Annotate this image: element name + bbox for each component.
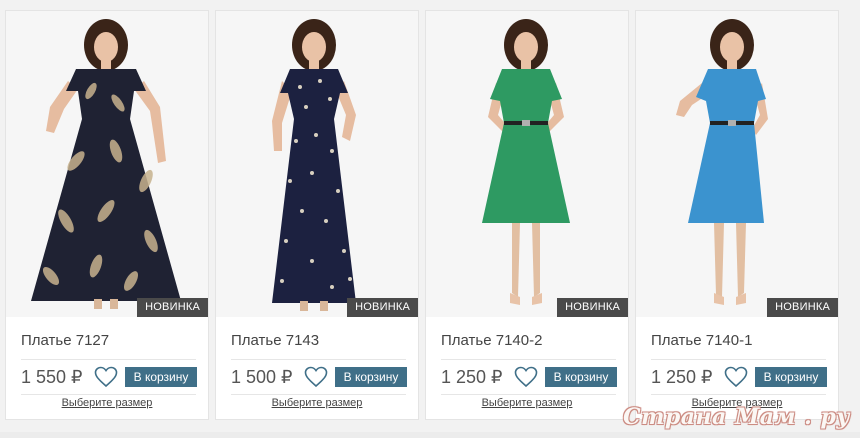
add-to-cart-button[interactable]: В корзину bbox=[545, 367, 617, 387]
divider bbox=[21, 359, 196, 360]
product-photo[interactable]: НОВИНКА bbox=[636, 11, 838, 317]
product-grid: НОВИНКА Платье 7127 1 550 ₽ В корзину Вы… bbox=[0, 0, 860, 438]
model-maxi-dress-image bbox=[216, 11, 418, 317]
product-price: 1 500 ₽ bbox=[231, 367, 293, 387]
add-to-cart-button[interactable]: В корзину bbox=[755, 367, 827, 387]
new-badge: НОВИНКА bbox=[767, 298, 838, 317]
product-photo[interactable]: НОВИНКА bbox=[216, 11, 418, 317]
product-name[interactable]: Платье 7140-2 bbox=[441, 331, 621, 351]
heart-outline-icon[interactable] bbox=[514, 366, 538, 388]
product-name[interactable]: Платье 7127 bbox=[21, 331, 201, 351]
product-card: НОВИНКА Платье 7127 1 550 ₽ В корзину Вы… bbox=[5, 10, 209, 420]
choose-size-link[interactable]: Выберите размер bbox=[6, 397, 208, 409]
product-price: 1 250 ₽ bbox=[441, 367, 503, 387]
product-photo[interactable]: НОВИНКА bbox=[426, 11, 628, 317]
next-row-edge bbox=[0, 432, 860, 438]
choose-size-link[interactable]: Выберите размер bbox=[426, 397, 628, 409]
new-badge: НОВИНКА bbox=[347, 298, 418, 317]
heart-outline-icon[interactable] bbox=[724, 366, 748, 388]
divider bbox=[441, 359, 616, 360]
model-green-dress-image bbox=[426, 11, 628, 317]
product-card: НОВИНКА Платье 7140-1 1 250 ₽ В корзину … bbox=[635, 10, 839, 420]
product-card: НОВИНКА Платье 7140-2 1 250 ₽ В корзину … bbox=[425, 10, 629, 420]
new-badge: НОВИНКА bbox=[137, 298, 208, 317]
product-name[interactable]: Платье 7140-1 bbox=[651, 331, 831, 351]
site-watermark: Страна Мам . ру bbox=[623, 404, 850, 430]
divider bbox=[231, 394, 406, 395]
product-price: 1 250 ₽ bbox=[651, 367, 713, 387]
divider bbox=[21, 394, 196, 395]
divider bbox=[651, 394, 826, 395]
new-badge: НОВИНКА bbox=[557, 298, 628, 317]
heart-outline-icon[interactable] bbox=[304, 366, 328, 388]
model-maxi-dress-image bbox=[6, 11, 208, 317]
divider bbox=[441, 394, 616, 395]
product-photo[interactable]: НОВИНКА bbox=[6, 11, 208, 317]
product-name[interactable]: Платье 7143 bbox=[231, 331, 411, 351]
divider bbox=[231, 359, 406, 360]
product-card: НОВИНКА Платье 7143 1 500 ₽ В корзину Вы… bbox=[215, 10, 419, 420]
model-blue-dress-image bbox=[636, 11, 838, 317]
add-to-cart-button[interactable]: В корзину bbox=[335, 367, 407, 387]
choose-size-link[interactable]: Выберите размер bbox=[216, 397, 418, 409]
divider bbox=[651, 359, 826, 360]
heart-outline-icon[interactable] bbox=[94, 366, 118, 388]
add-to-cart-button[interactable]: В корзину bbox=[125, 367, 197, 387]
product-price: 1 550 ₽ bbox=[21, 367, 83, 387]
